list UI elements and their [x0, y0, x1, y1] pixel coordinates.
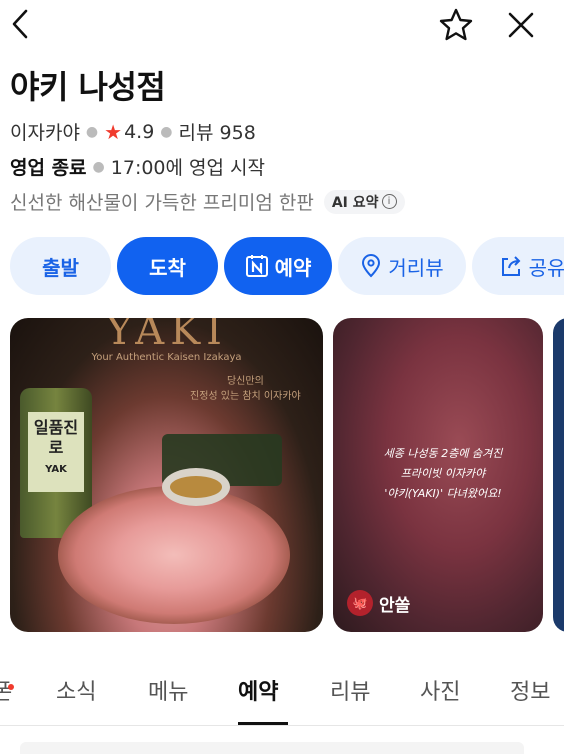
arrive-button[interactable]: 도착	[117, 237, 218, 295]
yaki-logo: YAKI	[106, 318, 228, 354]
top-bar	[0, 0, 564, 52]
business-status: 영업 종료	[10, 157, 87, 179]
photo-gallery[interactable]: YAKI Your Authentic Kaisen Izakaya 당신만의 …	[10, 318, 564, 632]
chevron-left-icon	[12, 9, 28, 39]
tab-info[interactable]: 정보	[510, 674, 550, 706]
ai-summary: 신선한 해산물이 가득한 프리미엄 한판 AI 요약 i	[10, 188, 405, 215]
photo-card-1[interactable]: YAKI Your Authentic Kaisen Izakaya 당신만의 …	[10, 318, 323, 632]
rating-star-icon: ★	[104, 119, 123, 144]
tab-reservation-label: 예약	[238, 680, 279, 705]
share-button[interactable]: 공유	[472, 237, 564, 295]
reserve-button[interactable]: 예약	[224, 237, 332, 295]
rating-value: 4.9	[124, 120, 155, 143]
place-meta: 이자카야 ● ★ 4.9 ● 리뷰 958	[10, 118, 256, 145]
ai-badge-label: AI 요약	[331, 194, 379, 211]
caption-line-2: 프라이빗 이자카야	[400, 467, 486, 480]
roadview-button[interactable]: 거리뷰	[338, 237, 466, 295]
back-button[interactable]	[2, 6, 38, 42]
category-label: 이자카야	[10, 122, 80, 144]
bottle-brand-text: YAK	[45, 464, 67, 475]
next-open-time: 17:00에 영업 시작	[110, 157, 265, 179]
uni-topping	[170, 476, 222, 498]
content-preview-strip	[20, 742, 524, 754]
tab-news-label: 소식	[56, 680, 97, 705]
business-hours[interactable]: 영업 종료 ● 17:00에 영업 시작	[10, 153, 265, 180]
summary-text: 신선한 해산물이 가득한 프리미엄 한판	[10, 192, 314, 214]
place-title: 야키 나성점	[10, 68, 166, 106]
depart-label: 출발	[42, 255, 79, 280]
action-buttons: 출발 도착 예약 거리뷰 공유	[10, 237, 564, 295]
tagline-line-1: 당신만의	[226, 376, 264, 387]
close-button[interactable]	[502, 6, 540, 44]
separator-dot: ●	[85, 123, 99, 140]
close-icon	[508, 12, 534, 38]
separator-dot: ●	[92, 158, 105, 175]
tab-info-label: 정보	[510, 680, 551, 705]
tab-menu-label: 메뉴	[148, 680, 189, 705]
new-indicator-dot	[8, 684, 14, 690]
photo-source: 🐙 안쏠	[347, 590, 410, 616]
photo-card-2[interactable]: 세종 나성동 2층에 숨겨진 프라이빗 이자카야 '야키(YAKI)' 다녀왔어…	[333, 318, 543, 632]
source-name: 안쏠	[379, 595, 411, 616]
tab-photos[interactable]: 사진	[420, 674, 460, 706]
ai-summary-badge[interactable]: AI 요약 i	[323, 189, 405, 214]
depart-button[interactable]: 출발	[10, 237, 111, 295]
sashimi-platter	[58, 486, 290, 624]
naver-calendar-icon	[245, 255, 268, 277]
active-tab-underline	[238, 722, 288, 725]
tab-coupon[interactable]: 폰	[0, 674, 14, 706]
tab-reviews[interactable]: 리뷰	[330, 674, 370, 706]
caption-line-3: '야키(YAKI)' 다녀왔어요!	[384, 487, 502, 500]
source-avatar: 🐙	[347, 590, 373, 616]
share-icon	[501, 256, 521, 276]
yaki-subtitle: Your Authentic Kaisen Izakaya	[91, 352, 242, 363]
info-icon: i	[381, 194, 397, 209]
photo-card-3-peek[interactable]	[553, 318, 564, 632]
tab-menu[interactable]: 메뉴	[148, 674, 188, 706]
arrive-label: 도착	[149, 255, 186, 280]
bottle-label-text: 일품진로	[33, 418, 79, 457]
tab-reviews-label: 리뷰	[330, 680, 371, 705]
review-count-link[interactable]: 리뷰 958	[179, 118, 256, 145]
location-pin-icon	[362, 254, 381, 278]
favorite-button[interactable]	[436, 5, 476, 45]
share-label: 공유	[528, 255, 564, 280]
tab-news[interactable]: 소식	[56, 674, 96, 706]
tagline-line-2: 진정성 있는 참치 이자카야	[190, 391, 301, 402]
separator-dot: ●	[160, 123, 173, 140]
photo-caption: 세종 나성동 2층에 숨겨진 프라이빗 이자카야 '야키(YAKI)' 다녀왔어…	[353, 444, 533, 504]
roadview-label: 거리뷰	[388, 255, 444, 280]
caption-line-1: 세종 나성동 2층에 숨겨진	[383, 447, 503, 460]
star-outline-icon	[439, 8, 473, 41]
reserve-label: 예약	[274, 255, 312, 280]
section-tabs: 폰 소식 메뉴 예약 리뷰 사진 정보	[0, 660, 564, 726]
bottle-label: 일품진로 YAK	[28, 412, 84, 492]
tab-photos-label: 사진	[420, 680, 461, 705]
yaki-tagline: 당신만의 진정성 있는 참치 이자카야	[190, 374, 301, 404]
tab-reservation[interactable]: 예약	[238, 674, 278, 706]
